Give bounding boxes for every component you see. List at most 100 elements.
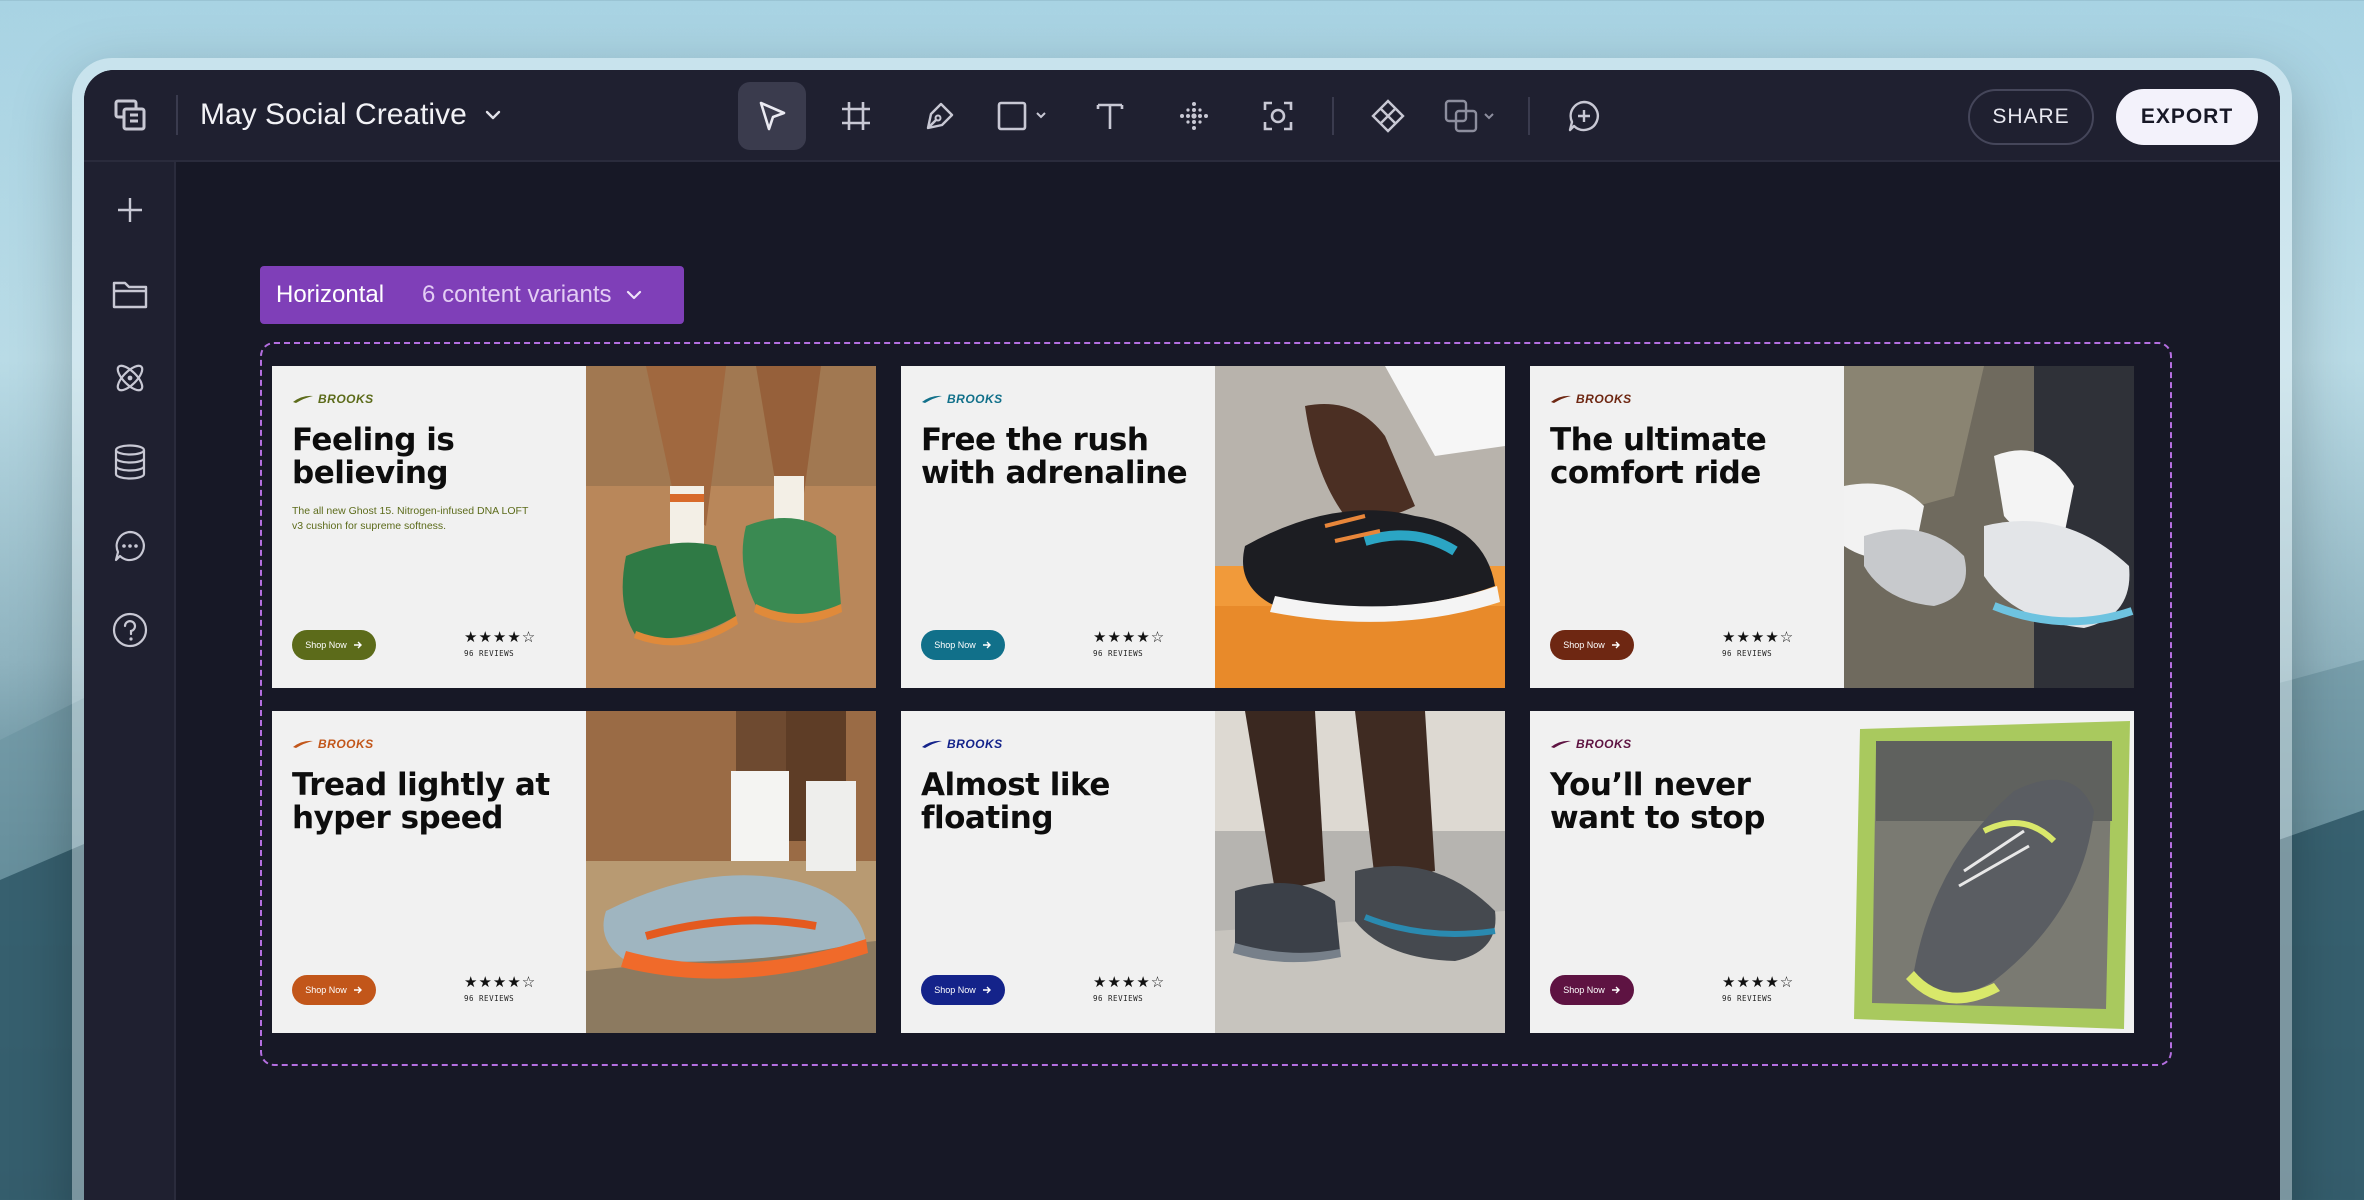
shop-now-label: Shop Now (934, 640, 976, 650)
frame-tool[interactable] (822, 82, 890, 150)
component-tool[interactable] (1354, 82, 1422, 150)
ad-card[interactable]: BROOKS Feeling is believing The all new Gh… (272, 366, 876, 688)
shop-now-button[interactable]: Shop Now (1550, 975, 1634, 1005)
sidebar-item-help[interactable] (84, 588, 176, 672)
brand-logo: BROOKS (1550, 392, 1824, 406)
review-count: 96 REVIEWS (1093, 649, 1144, 658)
shoe-photo-image (1215, 711, 1505, 1033)
ad-card[interactable]: BROOKS The ultimate comfort ride Shop Now ★… (1530, 366, 2134, 688)
shop-now-button[interactable]: Shop Now (921, 630, 1005, 660)
sidebar-item-data[interactable] (84, 420, 176, 504)
review-count: 96 REVIEWS (1093, 994, 1144, 1003)
card-headline: You’ll never want to stop (1550, 767, 1765, 836)
app-body: May Social Creative SHARE EXPORT Horizon… (84, 70, 2280, 1200)
pen-icon (926, 102, 954, 130)
star-rating: ★★★★☆ (1722, 629, 1795, 646)
pen-tool[interactable] (906, 82, 974, 150)
rating: ★★★★☆ 96 REVIEWS (1722, 974, 1832, 1004)
arrow-right-icon (353, 641, 362, 649)
app-window: May Social Creative SHARE EXPORT Horizon… (72, 58, 2292, 1200)
pointer-tool[interactable] (738, 82, 806, 150)
review-count: 96 REVIEWS (1722, 994, 1773, 1003)
share-button[interactable]: SHARE (1968, 89, 2094, 145)
sidebar-item-comments[interactable] (84, 504, 176, 588)
boolean-tool[interactable] (1438, 82, 1508, 150)
rating: ★★★★☆ 96 REVIEWS (464, 629, 574, 659)
brand-name: BROOKS (318, 737, 374, 751)
brand-logo: BROOKS (1550, 737, 1824, 751)
card-headline: Free the rush with adrenaline (921, 422, 1188, 491)
product-photo (586, 711, 876, 1033)
rating: ★★★★☆ 96 REVIEWS (1093, 630, 1203, 659)
review-count: 96 REVIEWS (464, 649, 515, 658)
star-rating: ★★★★☆ (464, 629, 537, 646)
rating: ★★★★☆ 96 REVIEWS (1722, 629, 1832, 659)
brand-swoosh-icon (922, 395, 942, 403)
arrow-right-icon (982, 986, 991, 994)
frame-icon (842, 102, 870, 130)
app-logo-icon (114, 99, 146, 131)
brand-name: BROOKS (1576, 737, 1632, 751)
brand-swoosh-icon (293, 740, 313, 748)
shop-now-button[interactable]: Shop Now (921, 975, 1005, 1005)
ad-card[interactable]: BROOKS You’ll never want to stop Shop Now ★… (1530, 711, 2134, 1033)
star-rating: ★★★★☆ (1722, 974, 1795, 991)
card-subcopy: The all new Ghost 15. Nitrogen-infused D… (292, 505, 529, 532)
rectangle-tool[interactable] (990, 82, 1060, 150)
export-button[interactable]: EXPORT (2116, 89, 2258, 145)
document-title-dropdown[interactable]: May Social Creative (200, 98, 501, 132)
brand-swoosh-icon (922, 740, 942, 748)
shop-now-button[interactable]: Shop Now (292, 975, 376, 1005)
shop-now-button[interactable]: Shop Now (1550, 630, 1634, 660)
shop-now-label: Shop Now (1563, 640, 1605, 650)
product-photo (1844, 711, 2134, 1033)
product-photo (1215, 711, 1505, 1033)
arrow-right-icon (1611, 641, 1620, 649)
top-bar: May Social Creative SHARE EXPORT (84, 70, 2280, 162)
text-tool[interactable] (1076, 82, 1144, 150)
shoe-photo-image (1215, 366, 1505, 688)
shoe-photo-image (1844, 711, 2134, 1033)
rectangle-icon (997, 101, 1046, 131)
shoe-photo-image (586, 366, 876, 688)
ad-card[interactable]: BROOKS Almost like floating Shop Now ★★★★☆ 9… (901, 711, 1505, 1033)
variant-selector[interactable]: Horizontal 6 content variants (260, 266, 684, 324)
card-headline: Almost like floating (921, 767, 1110, 836)
sidebar-item-add[interactable] (84, 168, 176, 252)
component-icon (1371, 99, 1405, 133)
help-icon (112, 612, 148, 648)
capture-tool[interactable] (1244, 82, 1312, 150)
shop-now-button[interactable]: Shop Now (292, 630, 376, 660)
product-photo (1215, 366, 1505, 688)
comment-add-icon (1568, 100, 1599, 132)
card-headline: Tread lightly at hyper speed (292, 767, 550, 836)
card-headline: Feeling is believing (292, 422, 455, 491)
ad-card[interactable]: BROOKS Free the rush with adrenaline Shop … (901, 366, 1505, 688)
brand-logo: BROOKS (292, 737, 566, 751)
app-logo[interactable] (84, 70, 176, 161)
chat-icon (114, 530, 145, 562)
card-headline: The ultimate comfort ride (1550, 422, 1767, 491)
database-icon (114, 444, 146, 480)
review-count: 96 REVIEWS (1722, 649, 1773, 658)
dot-grid-icon (1180, 102, 1208, 130)
comment-tool[interactable] (1550, 82, 1618, 150)
arrow-right-icon (982, 641, 991, 649)
brand-name: BROOKS (1576, 392, 1632, 406)
variant-count: 6 content variants (422, 281, 612, 308)
shoe-photo-image (1844, 366, 2134, 688)
rating: ★★★★☆ 96 REVIEWS (1093, 974, 1203, 1004)
brand-name: BROOKS (947, 392, 1003, 406)
plus-icon (118, 198, 142, 222)
star-rating: ★★★★☆ (1093, 974, 1166, 991)
star-rating: ★★★★☆ (464, 974, 537, 991)
sidebar-item-components[interactable] (84, 336, 176, 420)
brand-swoosh-icon (1551, 395, 1571, 403)
sidebar-item-files[interactable] (84, 252, 176, 336)
ad-card[interactable]: BROOKS Tread lightly at hyper speed Shop N… (272, 711, 876, 1033)
divider (1332, 97, 1334, 135)
grid-tool[interactable] (1160, 82, 1228, 150)
divider (176, 95, 178, 135)
review-count: 96 REVIEWS (464, 994, 515, 1003)
tool-bar (738, 82, 1634, 150)
